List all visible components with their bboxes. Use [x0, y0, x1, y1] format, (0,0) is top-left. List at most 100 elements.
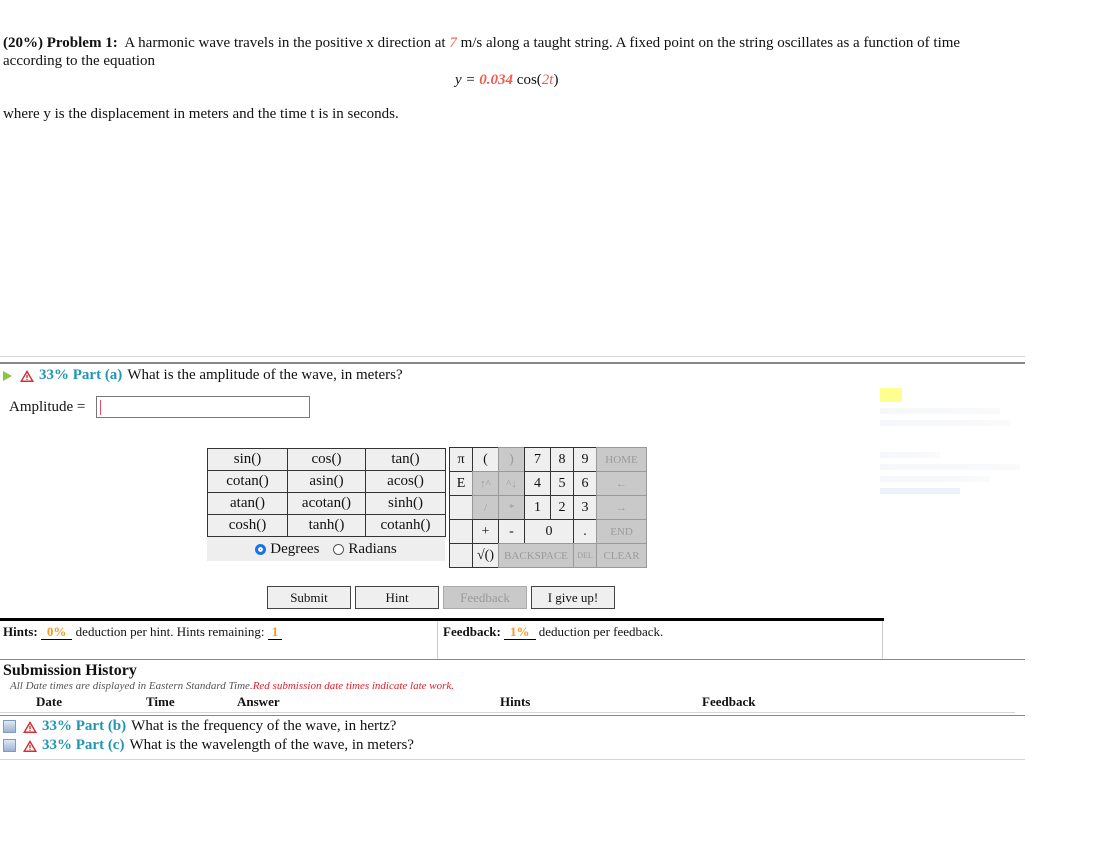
key-9[interactable]: 9: [573, 447, 597, 472]
part-a-heading[interactable]: 33% Part (a) What is the amplitude of th…: [3, 367, 403, 384]
clear-key[interactable]: CLEAR: [596, 543, 647, 568]
divider: [0, 618, 884, 621]
feedback-info: Feedback: 1% deduction per feedback.: [443, 624, 663, 640]
equation-close: ): [553, 72, 559, 88]
pi-key[interactable]: π: [449, 447, 473, 472]
radians-label[interactable]: Radians: [348, 541, 396, 558]
sqrt-key[interactable]: √(): [472, 543, 499, 568]
backspace-key[interactable]: BACKSPACE: [498, 543, 574, 568]
key-3[interactable]: 3: [573, 495, 597, 520]
part-a-question: What is the amplitude of the wave, in me…: [127, 367, 403, 383]
equation-func: cos(: [513, 72, 542, 88]
highlight-mark: [880, 388, 902, 402]
hint-button[interactable]: Hint: [355, 586, 439, 609]
divider: [0, 356, 1025, 357]
left-arrow-key[interactable]: ←: [596, 471, 647, 496]
divider: [0, 715, 1025, 716]
cotanh-button[interactable]: cotanh(): [365, 514, 446, 537]
faded-line: [880, 464, 1020, 470]
column-answer: Answer: [237, 694, 280, 709]
cosh-button[interactable]: cosh(): [207, 514, 288, 537]
cotan-button[interactable]: cotan(): [207, 470, 288, 493]
function-panel: sin() cos() tan() cotan() asin() acos() …: [207, 448, 446, 561]
keypad: π ( ) 7 8 9 HOME E ↑^ ^↓ 4 5 6 ← / * 1 2…: [449, 447, 647, 568]
close-paren-key[interactable]: ): [498, 447, 525, 472]
plus-key[interactable]: +: [472, 519, 499, 544]
superscript-up-key[interactable]: ↑^: [472, 471, 499, 496]
equation-amplitude: 0.034: [479, 72, 514, 88]
expand-play-icon[interactable]: [3, 370, 12, 381]
degrees-label[interactable]: Degrees: [270, 541, 319, 558]
late-work-note: Red submission date times indicate late …: [252, 680, 455, 692]
warning-icon: [23, 739, 37, 752]
radians-radio[interactable]: [333, 543, 345, 555]
home-key[interactable]: HOME: [596, 447, 647, 472]
part-a-tag: 33% Part (a): [39, 367, 123, 383]
column-time: Time: [146, 694, 175, 709]
part-c-tag: 33% Part (c): [42, 737, 125, 753]
sinh-button[interactable]: sinh(): [365, 492, 446, 515]
acotan-button[interactable]: acotan(): [287, 492, 366, 515]
faded-line: [880, 420, 1010, 426]
divider: [0, 659, 1025, 660]
end-key[interactable]: END: [596, 519, 647, 544]
superscript-down-key[interactable]: ^↓: [498, 471, 525, 496]
submission-history-title: Submission History: [3, 662, 137, 679]
key-0[interactable]: 0: [524, 519, 574, 544]
key-5[interactable]: 5: [550, 471, 574, 496]
asin-button[interactable]: asin(): [287, 470, 366, 493]
problem-label: Problem 1:: [46, 35, 118, 51]
key-1[interactable]: 1: [524, 495, 551, 520]
key-8[interactable]: 8: [550, 447, 574, 472]
delete-key[interactable]: DEL: [573, 543, 597, 568]
hints-info: Hints: 0% deduction per hint. Hints rema…: [3, 624, 283, 640]
hint-deduction: 0%: [40, 624, 73, 640]
e-key[interactable]: E: [449, 471, 473, 496]
feedback-button[interactable]: Feedback: [443, 586, 527, 609]
key-7[interactable]: 7: [524, 447, 551, 472]
speed-value: 7: [449, 35, 457, 51]
part-b-heading[interactable]: 33% Part (b) What is the frequency of th…: [3, 718, 396, 735]
equation-lhs: y =: [455, 72, 480, 88]
key-2[interactable]: 2: [550, 495, 574, 520]
faded-line: [880, 476, 990, 482]
column-feedback: Feedback: [702, 694, 756, 709]
blank-key: [449, 543, 473, 568]
faded-line: [880, 488, 960, 494]
blank-key: [449, 495, 473, 520]
blank-key: [449, 519, 473, 544]
tanh-button[interactable]: tanh(): [287, 514, 366, 537]
hints-label: Hints:: [3, 624, 38, 639]
part-c-heading[interactable]: 33% Part (c) What is the wavelength of t…: [3, 737, 414, 754]
equation-arg: 2t: [541, 72, 554, 88]
acos-button[interactable]: acos(): [365, 470, 446, 493]
dot-key[interactable]: .: [573, 519, 597, 544]
problem-where-text: where y is the displacement in meters an…: [3, 106, 399, 122]
part-c-question: What is the wavelength of the wave, in m…: [129, 737, 414, 753]
minus-key[interactable]: -: [498, 519, 525, 544]
collapsed-box-icon[interactable]: [3, 739, 16, 752]
sin-button[interactable]: sin(): [207, 448, 288, 471]
key-4[interactable]: 4: [524, 471, 551, 496]
amplitude-label: Amplitude =: [9, 399, 86, 415]
degrees-radio[interactable]: [255, 543, 267, 555]
give-up-button[interactable]: I give up!: [531, 586, 615, 609]
feedback-label: Feedback:: [443, 624, 501, 639]
part-b-question: What is the frequency of the wave, in he…: [131, 718, 397, 734]
timezone-note: All Date times are displayed in Eastern …: [10, 680, 253, 692]
key-6[interactable]: 6: [573, 471, 597, 496]
problem-weight: (20%): [3, 35, 43, 51]
divide-key[interactable]: /: [472, 495, 499, 520]
atan-button[interactable]: atan(): [207, 492, 288, 515]
multiply-key[interactable]: *: [498, 495, 525, 520]
open-paren-key[interactable]: (: [472, 447, 499, 472]
right-arrow-key[interactable]: →: [596, 495, 647, 520]
problem-text-1: A harmonic wave travels in the positive …: [124, 35, 446, 51]
tan-button[interactable]: tan(): [365, 448, 446, 471]
collapsed-box-icon[interactable]: [3, 720, 16, 733]
submit-button[interactable]: Submit: [267, 586, 351, 609]
angle-mode-selector: Degrees Radians: [207, 537, 445, 561]
cos-button[interactable]: cos(): [287, 448, 366, 471]
faded-line: [880, 452, 940, 458]
amplitude-input[interactable]: [96, 396, 310, 418]
